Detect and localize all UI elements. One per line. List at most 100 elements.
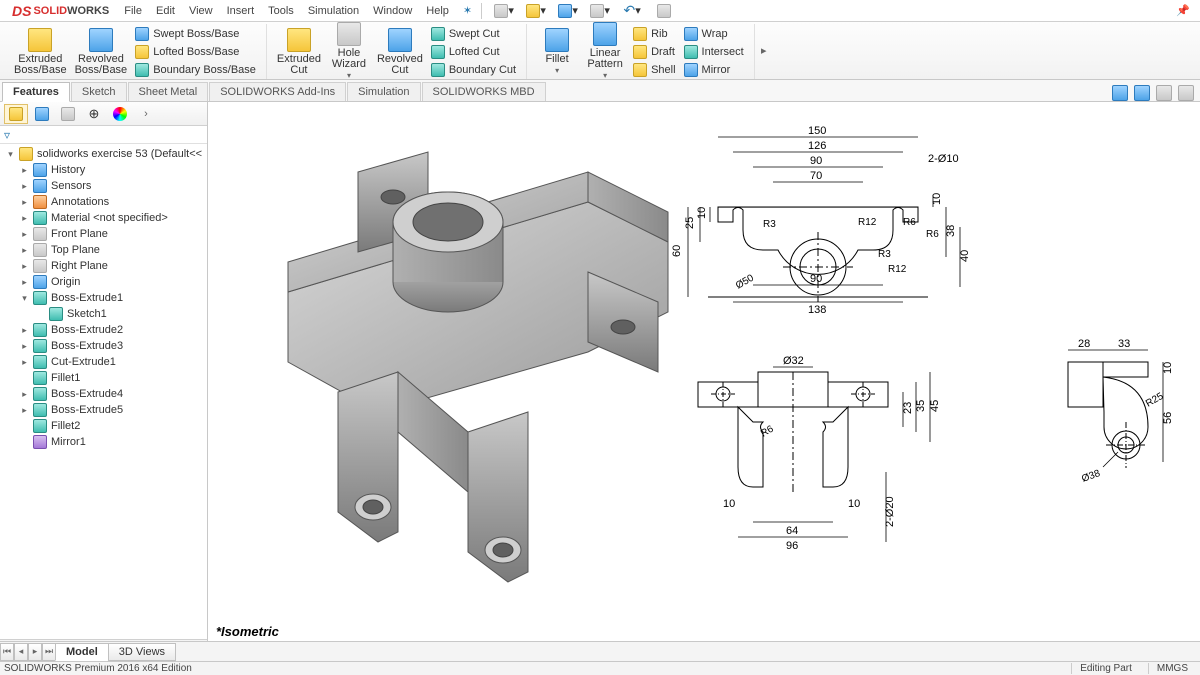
draft-button[interactable]: Draft [631,44,677,60]
fm-tab-tree[interactable] [4,104,28,124]
expand-icon[interactable]: ▾ [20,293,29,304]
tree-item[interactable]: Fillet2 [2,418,207,434]
node-icon [33,387,47,401]
fm-tab-dim[interactable]: ⊕ [82,104,106,124]
tree-root[interactable]: ▾ solidworks exercise 53 (Default<< [2,146,207,162]
expand-icon[interactable]: ▸ [20,389,29,400]
tree-item[interactable]: ▸Right Plane [2,258,207,274]
fillet-button[interactable]: Fillet ▾ [533,26,581,78]
tree-item[interactable]: ▸Boss-Extrude2 [2,322,207,338]
qat-undo-button[interactable]: ↶▾ [618,2,646,20]
boundary-cut-button[interactable]: Boundary Cut [429,62,518,78]
ribtab-simulation[interactable]: Simulation [347,82,420,101]
expand-icon[interactable]: ▸ [20,197,29,208]
tab-next[interactable]: ▸ [28,643,42,661]
menu-simulation[interactable]: Simulation [301,0,366,21]
intersect-button[interactable]: Intersect [682,44,746,60]
collapse-icon[interactable]: ▾ [6,149,15,160]
tab-first[interactable]: ⏮ [0,643,14,661]
swept-cut-button[interactable]: Swept Cut [429,26,518,42]
tree-item[interactable]: ▸Cut-Extrude1 [2,354,207,370]
node-icon [33,435,47,449]
expand-icon[interactable]: ▸ [20,261,29,272]
fm-tab-appearance[interactable] [108,104,132,124]
graphics-area[interactable]: 150 126 90 70 90 138 60 25 10 38 40 [208,102,1200,655]
tree-item[interactable]: Mirror1 [2,434,207,450]
tree-item[interactable]: ▸Front Plane [2,226,207,242]
boundary-boss-button[interactable]: Boundary Boss/Base [133,62,258,78]
tree-item[interactable]: Sketch1 [2,306,207,322]
prev-view-icon[interactable] [1156,85,1172,101]
tree-item[interactable]: ▸Material <not specified> [2,210,207,226]
tree-item[interactable]: ▸Boss-Extrude3 [2,338,207,354]
ribtab-features[interactable]: Features [2,82,70,102]
fm-tab-property[interactable] [30,104,54,124]
lofted-cut-button[interactable]: Lofted Cut [429,44,518,60]
qat-redo-button[interactable] [650,2,678,20]
qat-open-button[interactable]: ▾ [522,2,550,20]
bottom-tab-3dviews[interactable]: 3D Views [108,643,176,661]
extruded-boss-button[interactable]: Extruded Boss/Base [10,26,71,78]
zoom-fit-icon[interactable] [1112,85,1128,101]
tree-item[interactable]: Fillet1 [2,370,207,386]
tree-item[interactable]: ▾Boss-Extrude1 [2,290,207,306]
ribbon-overflow[interactable]: ▸ [757,44,771,59]
tree-item[interactable]: ▸History [2,162,207,178]
qat-new-button[interactable]: ▾ [490,2,518,20]
expand-icon[interactable]: ▸ [20,277,29,288]
ribtab-addins[interactable]: SOLIDWORKS Add-Ins [209,82,346,101]
tab-last[interactable]: ⏭ [42,643,56,661]
swept-boss-button[interactable]: Swept Boss/Base [133,26,258,42]
feature-tree[interactable]: ▾ solidworks exercise 53 (Default<< ▸His… [0,144,207,639]
expand-icon[interactable]: ▸ [20,229,29,240]
menu-insert[interactable]: Insert [220,0,262,21]
wrap-button[interactable]: Wrap [682,26,746,42]
qat-print-button[interactable]: ▾ [586,2,614,20]
menu-view[interactable]: View [182,0,220,21]
tree-item[interactable]: ▸Top Plane [2,242,207,258]
fm-tab-config[interactable] [56,104,80,124]
menu-file[interactable]: File [117,0,149,21]
menu-tools[interactable]: Tools [261,0,301,21]
linear-pattern-button[interactable]: Linear Pattern ▾ [581,20,629,83]
expand-icon[interactable]: ▸ [20,181,29,192]
ribtab-mbd[interactable]: SOLIDWORKS MBD [422,82,546,101]
expand-icon[interactable]: ▸ [20,357,29,368]
fm-tab-more[interactable]: › [134,104,158,124]
tab-prev[interactable]: ◂ [14,643,28,661]
expand-icon[interactable]: ▸ [20,245,29,256]
section-view-icon[interactable] [1178,85,1194,101]
tree-item[interactable]: ▸Boss-Extrude5 [2,402,207,418]
menu-window[interactable]: Window [366,0,419,21]
zoom-area-icon[interactable] [1134,85,1150,101]
revolved-cut-button[interactable]: Revolved Cut [373,26,427,78]
pin-icon[interactable]: 📌 [1170,4,1196,17]
filter-icon[interactable]: ▿ [4,128,10,142]
bottom-tab-model[interactable]: Model [55,643,109,661]
rib-button[interactable]: Rib [631,26,677,42]
lofted-boss-button[interactable]: Lofted Boss/Base [133,44,258,60]
qat-save-button[interactable]: ▾ [554,2,582,20]
expand-icon[interactable]: ▸ [20,341,29,352]
ribtab-sheetmetal[interactable]: Sheet Metal [128,82,209,101]
menu-help[interactable]: Help [419,0,456,21]
tree-item[interactable]: ▸Origin [2,274,207,290]
menu-search-icon[interactable]: ✶ [456,0,479,21]
shell-button[interactable]: Shell [631,62,677,78]
config-icon [61,107,75,121]
extruded-cut-button[interactable]: Extruded Cut [273,26,325,78]
tree-item[interactable]: ▸Annotations [2,194,207,210]
expand-icon[interactable]: ▸ [20,405,29,416]
expand-icon[interactable]: ▸ [20,165,29,176]
ribtab-sketch[interactable]: Sketch [71,82,127,101]
expand-icon[interactable]: ▸ [20,213,29,224]
expand-icon[interactable]: ▸ [20,325,29,336]
hole-wizard-button[interactable]: Hole Wizard ▾ [325,20,373,83]
tree-item[interactable]: ▸Sensors [2,178,207,194]
tree-item[interactable]: ▸Boss-Extrude4 [2,386,207,402]
menu-edit[interactable]: Edit [149,0,182,21]
status-units[interactable]: MMGS [1148,663,1196,674]
revolved-boss-button[interactable]: Revolved Boss/Base [71,26,132,78]
label: Boundary Cut [449,64,516,76]
mirror-button[interactable]: Mirror [682,62,746,78]
